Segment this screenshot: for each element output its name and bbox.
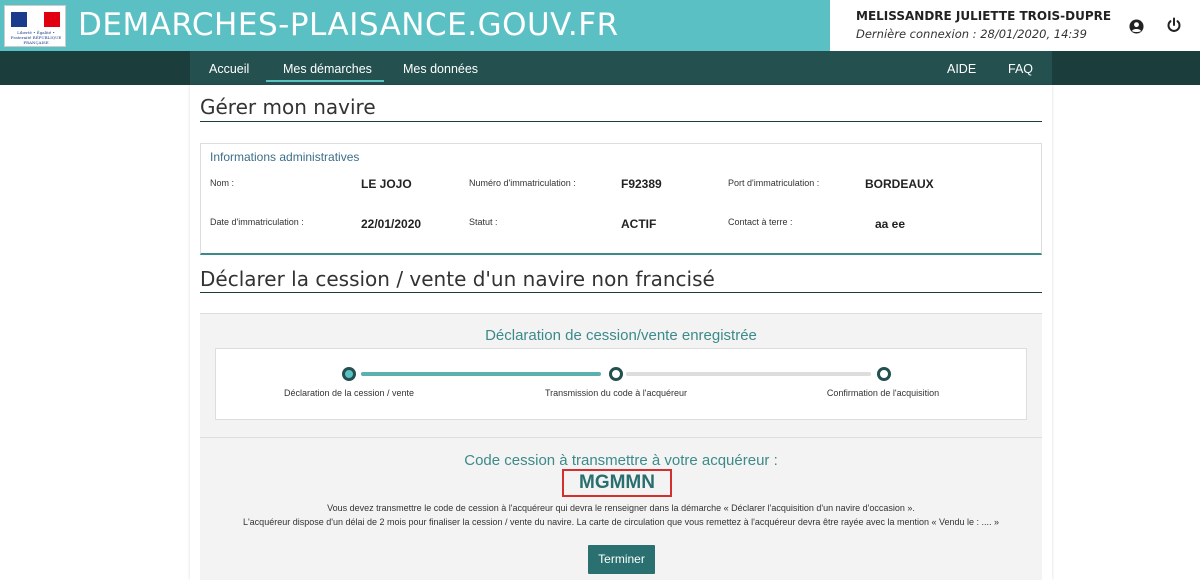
info-text-2: L'acquéreur dispose d'un délai de 2 mois…	[242, 517, 1000, 527]
user-name: MELISSANDRE JULIETTE TROIS-DUPRE	[856, 9, 1112, 23]
field-value: ACTIF	[621, 217, 657, 231]
section-divider	[200, 292, 1042, 293]
admin-info-title: Informations administratives	[210, 150, 360, 164]
field-label: Statut :	[469, 217, 498, 227]
nav-item-mes-demarches[interactable]: Mes démarches	[283, 62, 372, 76]
field-value: aa ee	[875, 217, 906, 231]
field-label: Nom :	[210, 178, 235, 188]
panel-title: Déclaration de cession/vente enregistrée	[485, 327, 757, 344]
info-text-1: Vous devez transmettre le code de cessio…	[327, 503, 915, 513]
user-box: MELISSANDRE JULIETTE TROIS-DUPRE Dernièr…	[830, 0, 1200, 51]
stepper-track-done	[361, 372, 601, 376]
nav-item-faq[interactable]: FAQ	[1008, 62, 1033, 76]
step-label-2: Transmission du code à l'acquéreur	[545, 388, 687, 398]
admin-info-box: Informations administratives Nom : LE JO…	[200, 143, 1042, 255]
nav-item-aide[interactable]: AIDE	[947, 62, 976, 76]
declare-title: Déclarer la cession / vente d'un navire …	[200, 267, 715, 291]
cession-code: MGMMN	[562, 469, 672, 497]
manage-title: Gérer mon navire	[200, 95, 376, 119]
step-dot-2	[609, 367, 623, 381]
field-value: F92389	[621, 177, 662, 191]
field-value: LE JOJO	[361, 177, 412, 191]
section-divider	[200, 121, 1042, 122]
panel-divider	[200, 437, 1042, 438]
field-value: 22/01/2020	[361, 217, 422, 231]
declaration-panel: Déclaration de cession/vente enregistrée…	[200, 313, 1042, 580]
step-label-3: Confirmation de l'acquisition	[826, 388, 940, 398]
last-login: Dernière connexion : 28/01/2020, 14:39	[856, 27, 1087, 41]
field-label: Numéro d'immatriculation :	[469, 178, 576, 188]
logo-text: Liberté • Égalité • Fraternité RÉPUBLIQU…	[10, 30, 62, 45]
step-label-1: Déclaration de la cession / vente	[283, 388, 415, 398]
progress-stepper: Déclaration de la cession / vente Transm…	[215, 348, 1027, 420]
step-dot-3	[877, 367, 891, 381]
nav-item-mes-donnees[interactable]: Mes données	[403, 62, 478, 76]
navbar: Accueil Mes démarches Mes données AIDE F…	[0, 51, 1200, 85]
field-label: Contact à terre :	[728, 217, 793, 227]
site-title[interactable]: DEMARCHES-PLAISANCE.GOUV.FR	[78, 7, 619, 43]
terminer-button[interactable]: Terminer	[588, 545, 655, 574]
republique-francaise-logo[interactable]: Liberté • Égalité • Fraternité RÉPUBLIQU…	[4, 5, 66, 47]
nav-item-accueil[interactable]: Accueil	[209, 62, 249, 76]
header: Liberté • Égalité • Fraternité RÉPUBLIQU…	[0, 0, 1200, 51]
main-content: Gérer mon navire Informations administra…	[190, 85, 1052, 580]
code-title: Code cession à transmettre à votre acqué…	[464, 452, 778, 469]
field-label: Date d'immatriculation :	[210, 217, 304, 227]
user-account-icon[interactable]	[1129, 19, 1144, 34]
nav-active-indicator	[266, 80, 384, 82]
stepper-track-todo	[626, 372, 871, 376]
field-value: BORDEAUX	[865, 177, 934, 191]
flag-icon	[11, 12, 60, 27]
field-label: Port d'immatriculation :	[728, 178, 820, 188]
power-icon[interactable]	[1166, 17, 1182, 33]
step-dot-1	[342, 367, 356, 381]
